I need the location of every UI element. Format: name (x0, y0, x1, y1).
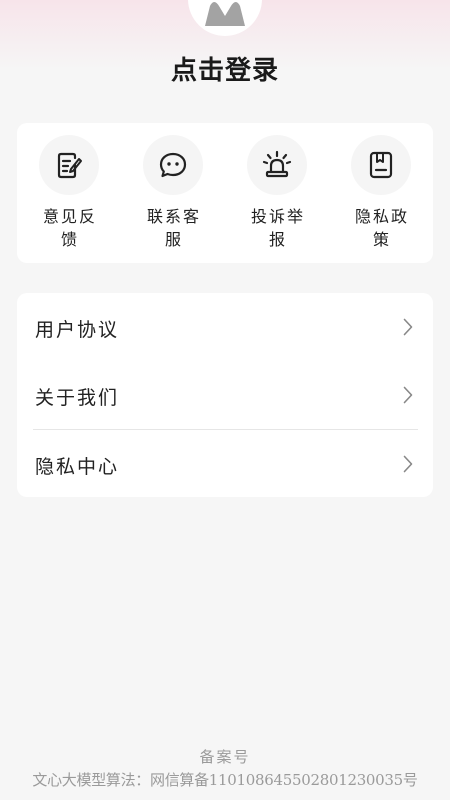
menu-item-label: 关于我们 (35, 387, 120, 409)
settings-menu-card: 用户协议 关于我们 隐私中心 (17, 293, 433, 497)
menu-item-label: 用户协议 (35, 319, 120, 341)
report-label: 投诉举报 (250, 207, 305, 249)
feedback-label: 意见反馈 (42, 207, 97, 249)
privacy-policy-label: 隐私政策 (354, 207, 409, 249)
user-avatar-icon (205, 2, 245, 26)
beian-registration-text: 文心大模型算法：网信算备110108645502801230035号 (32, 771, 418, 789)
login-button[interactable]: 点击登录 (0, 50, 450, 87)
chevron-right-icon (403, 386, 413, 404)
menu-item-user-agreement[interactable]: 用户协议 (17, 293, 433, 361)
privacy-policy-icon-bg (351, 135, 411, 195)
customer-service-icon-bg (143, 135, 203, 195)
chevron-right-icon (403, 318, 413, 336)
beian-title: 备案号 (199, 748, 251, 766)
privacy-policy-button[interactable]: 隐私政策 (329, 135, 433, 259)
report-button[interactable]: 投诉举报 (225, 135, 329, 259)
bookmark-document-icon (369, 151, 393, 179)
feedback-icon-bg (39, 135, 99, 195)
menu-item-privacy-center[interactable]: 隐私中心 (17, 430, 433, 498)
chat-bubble-icon (159, 152, 187, 178)
quick-actions-card: 意见反馈 联系客服 投诉举报 隐私政策 (17, 123, 433, 263)
feedback-edit-icon (57, 152, 82, 179)
customer-service-button[interactable]: 联系客服 (121, 135, 225, 259)
alarm-siren-icon (262, 150, 292, 178)
avatar[interactable] (188, 0, 262, 36)
menu-item-about-us[interactable]: 关于我们 (17, 361, 433, 429)
report-icon-bg (247, 135, 307, 195)
chevron-right-icon (403, 455, 413, 473)
menu-item-label: 隐私中心 (35, 456, 120, 478)
feedback-button[interactable]: 意见反馈 (17, 135, 121, 259)
customer-service-label: 联系客服 (146, 207, 201, 249)
